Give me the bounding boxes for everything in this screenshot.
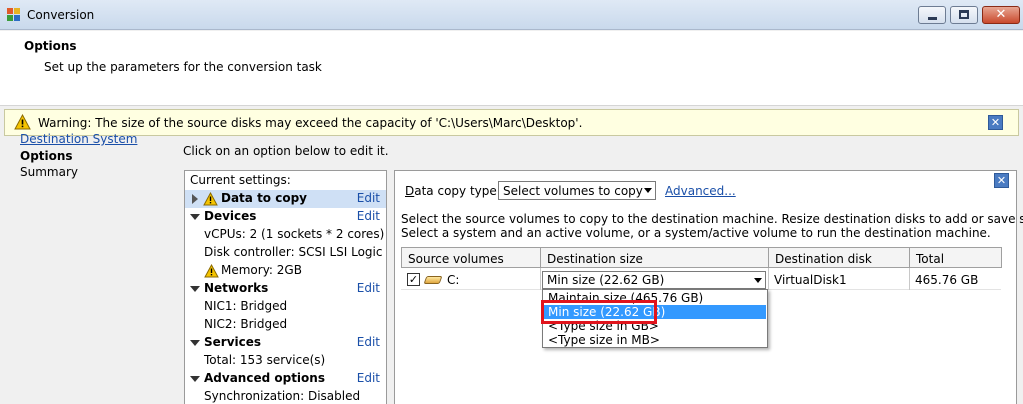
advanced-link[interactable]: Advanced... bbox=[665, 184, 736, 198]
column-header-destination-disk[interactable]: Destination disk bbox=[768, 247, 910, 268]
drive-icon bbox=[423, 276, 443, 284]
edit-advanced-options-link[interactable]: Edit bbox=[357, 371, 380, 385]
data-copy-type-label: Data copy type: bbox=[405, 184, 501, 198]
column-header-source-volumes[interactable]: Source volumes bbox=[401, 247, 541, 268]
maximize-icon bbox=[959, 10, 969, 19]
memory-text: Memory: 2GB bbox=[221, 263, 302, 277]
panel-close-icon[interactable]: ✕ bbox=[994, 173, 1009, 188]
setting-services[interactable]: Services Edit bbox=[185, 334, 386, 352]
nic2-text: NIC2: Bridged bbox=[204, 317, 288, 331]
column-divider bbox=[540, 268, 541, 290]
current-settings-panel: Current settings: Data to copy Edit Devi… bbox=[184, 170, 387, 404]
expand-arrow-icon bbox=[192, 194, 198, 204]
settings-title: Current settings: bbox=[190, 173, 291, 187]
warning-text: Warning: The size of the source disks ma… bbox=[38, 116, 583, 130]
minimize-icon bbox=[928, 17, 937, 20]
destination-size-select[interactable]: Min size (22.62 GB) bbox=[542, 271, 766, 289]
chevron-down-icon bbox=[644, 188, 652, 193]
select-value: Select volumes to copy bbox=[503, 184, 643, 198]
title-bar: Conversion ✕ bbox=[0, 0, 1023, 30]
destination-disk-cell: VirtualDisk1 bbox=[774, 273, 847, 287]
warning-bar: Warning: The size of the source disks ma… bbox=[4, 109, 1019, 136]
collapse-arrow-icon bbox=[190, 340, 200, 346]
window-title: Conversion bbox=[27, 8, 95, 22]
label-text: ata copy type: bbox=[414, 184, 501, 198]
description-line-1: Select the source volumes to copy to the… bbox=[401, 212, 1023, 226]
total-size-cell: 465.76 GB bbox=[915, 273, 979, 287]
column-header-label: Total bbox=[916, 252, 945, 266]
setting-detail: Total: 153 service(s) bbox=[185, 352, 386, 370]
option-type-size-mb[interactable]: <Type size in MB> bbox=[544, 333, 766, 347]
column-header-destination-size[interactable]: Destination size bbox=[540, 247, 769, 268]
edit-networks-link[interactable]: Edit bbox=[357, 281, 380, 295]
chevron-down-icon bbox=[754, 278, 762, 283]
edit-devices-link[interactable]: Edit bbox=[357, 209, 380, 223]
setting-detail: Synchronization: Disabled bbox=[185, 388, 386, 404]
column-header-label: Destination size bbox=[547, 252, 643, 266]
warning-icon bbox=[14, 114, 31, 130]
select-value: Min size (22.62 GB) bbox=[547, 273, 665, 287]
warning-icon bbox=[204, 264, 219, 278]
app-icon bbox=[7, 8, 21, 22]
setting-label: Devices bbox=[204, 209, 257, 223]
nav-item-destination-system[interactable]: Destination System bbox=[20, 132, 137, 146]
nic1-text: NIC1: Bridged bbox=[204, 299, 288, 313]
maximize-button[interactable] bbox=[950, 6, 978, 24]
page-subtitle: Set up the parameters for the conversion… bbox=[44, 60, 322, 74]
setting-detail: Memory: 2GB bbox=[185, 262, 386, 280]
setting-devices[interactable]: Devices Edit bbox=[185, 208, 386, 226]
setting-label: Networks bbox=[204, 281, 269, 295]
warning-close-icon[interactable]: ✕ bbox=[988, 115, 1003, 130]
column-header-label: Destination disk bbox=[775, 252, 872, 266]
minimize-button[interactable] bbox=[918, 6, 946, 24]
instruction-text: Click on an option below to edit it. bbox=[183, 144, 389, 158]
volume-name: C: bbox=[447, 273, 460, 287]
setting-label: Services bbox=[204, 335, 262, 349]
setting-label: Data to copy bbox=[221, 191, 307, 205]
edit-data-to-copy-link[interactable]: Edit bbox=[357, 191, 380, 205]
description-line-2: Select a system and an active volume, or… bbox=[401, 226, 991, 240]
close-window-button[interactable]: ✕ bbox=[982, 6, 1020, 24]
column-header-total[interactable]: Total bbox=[909, 247, 1002, 268]
collapse-arrow-icon bbox=[190, 286, 200, 292]
services-total-text: Total: 153 service(s) bbox=[204, 353, 326, 367]
setting-detail: vCPUs: 2 (1 sockets * 2 cores) bbox=[185, 226, 386, 244]
setting-networks[interactable]: Networks Edit bbox=[185, 280, 386, 298]
column-header-label: Source volumes bbox=[408, 252, 504, 266]
warning-icon bbox=[203, 192, 218, 206]
disk-controller-text: Disk controller: SCSI LSI Logic ... bbox=[204, 245, 387, 259]
close-icon: ✕ bbox=[995, 7, 1007, 22]
data-copy-type-select[interactable]: Select volumes to copy bbox=[498, 181, 656, 200]
nav-item-options[interactable]: Options bbox=[20, 149, 73, 163]
setting-data-to-copy[interactable]: Data to copy Edit bbox=[185, 190, 386, 208]
column-divider bbox=[768, 268, 769, 290]
setting-detail: NIC2: Bridged bbox=[185, 316, 386, 334]
setting-advanced-options[interactable]: Advanced options Edit bbox=[185, 370, 386, 388]
settings-title-row: Current settings: bbox=[185, 172, 386, 190]
edit-services-link[interactable]: Edit bbox=[357, 335, 380, 349]
setting-detail: Disk controller: SCSI LSI Logic ... bbox=[185, 244, 386, 262]
access-key-letter: D bbox=[405, 184, 415, 198]
nav-item-summary[interactable]: Summary bbox=[20, 165, 78, 179]
vcpus-text: vCPUs: 2 (1 sockets * 2 cores) bbox=[204, 227, 385, 241]
column-divider bbox=[909, 268, 910, 290]
setting-label: Advanced options bbox=[204, 371, 325, 385]
collapse-arrow-icon bbox=[190, 376, 200, 382]
collapse-arrow-icon bbox=[190, 214, 200, 220]
sync-text: Synchronization: Disabled bbox=[204, 389, 361, 403]
setting-detail: NIC1: Bridged bbox=[185, 298, 386, 316]
page-title: Options bbox=[24, 39, 77, 53]
volume-checkbox[interactable]: ✓ bbox=[407, 273, 420, 286]
page-header: Options Set up the parameters for the co… bbox=[0, 31, 1023, 106]
highlight-box bbox=[541, 300, 657, 324]
